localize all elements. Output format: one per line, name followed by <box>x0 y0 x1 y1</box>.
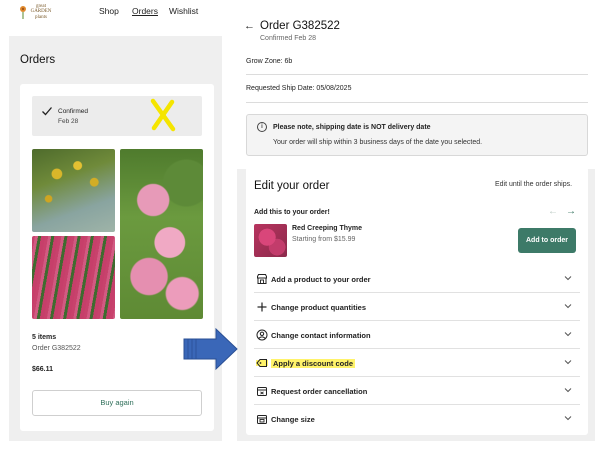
user-circle-icon <box>256 329 268 341</box>
action-label: Request order cancellation <box>271 387 368 396</box>
highlighted-text: Apply a discount code <box>271 359 356 368</box>
plus-icon <box>257 302 267 312</box>
tag-icon <box>256 359 268 367</box>
order-total: $66.11 <box>32 366 54 373</box>
upsell-product-thumbnail[interactable] <box>254 224 287 257</box>
edit-order-title: Edit your order <box>254 180 330 192</box>
chevron-down-icon <box>564 276 572 281</box>
back-arrow-icon[interactable]: ← <box>244 20 255 32</box>
action-label: Add a product to your order <box>271 275 371 284</box>
brand-logo[interactable]: great GARDEN plants <box>18 3 56 21</box>
grow-zone: Grow Zone: 6b <box>246 58 293 65</box>
product-photo-pink-phlox <box>120 149 203 319</box>
blue-arrow-annotation-icon <box>183 327 238 371</box>
confirmed-subtitle: Confirmed Feb 28 <box>260 35 317 42</box>
cancel-box-icon <box>257 387 267 396</box>
action-change-contact[interactable]: Change contact information <box>246 321 588 349</box>
status-label: Confirmed <box>58 108 88 115</box>
buy-again-button[interactable]: Buy again <box>32 390 202 416</box>
product-photo-pink-spikes <box>32 236 115 319</box>
storefront-icon <box>257 274 267 284</box>
upsell-product-price: Starting from $15.99 <box>292 236 356 243</box>
shipping-notice <box>246 114 588 156</box>
chevron-down-icon <box>564 360 572 365</box>
requested-ship-date: Requested Ship Date: 05/08/2025 <box>246 85 352 92</box>
order-number: Order G382522 <box>32 345 81 352</box>
items-count: 5 items <box>32 334 57 341</box>
info-icon: i <box>257 122 267 132</box>
action-label: Change size <box>271 415 315 424</box>
action-label: Apply a discount code <box>271 359 356 368</box>
nav-orders[interactable]: Orders <box>132 6 158 16</box>
chevron-down-icon <box>564 416 572 421</box>
action-label: Change contact information <box>271 331 371 340</box>
product-photo-yellow-flowers <box>32 149 115 232</box>
action-apply-discount[interactable]: Apply a discount code <box>246 349 588 377</box>
action-add-product[interactable]: Add a product to your order <box>246 265 588 293</box>
order-title: Order G382522 <box>260 20 340 32</box>
add-to-order-button[interactable]: Add to order <box>518 228 576 253</box>
notice-body: Your order will ship within 3 business d… <box>273 139 483 146</box>
upsell-product-name[interactable]: Red Creeping Thyme <box>292 225 362 232</box>
edit-until-note: Edit until the order ships. <box>495 181 573 188</box>
status-date: Feb 28 <box>58 118 79 125</box>
divider <box>246 74 588 75</box>
upsell-heading: Add this to your order! <box>254 209 330 216</box>
nav-wishlist[interactable]: Wishlist <box>169 6 198 16</box>
chevron-down-icon <box>564 304 572 309</box>
notice-title: Please note, shipping date is NOT delive… <box>273 124 431 131</box>
nav-shop[interactable]: Shop <box>99 6 119 16</box>
yellow-x-annotation-icon <box>150 98 176 132</box>
action-request-cancellation[interactable]: Request order cancellation <box>246 377 588 405</box>
check-icon <box>42 107 52 116</box>
chevron-down-icon <box>564 332 572 337</box>
action-change-quantities[interactable]: Change product quantities <box>246 293 588 321</box>
resize-box-icon <box>257 415 267 424</box>
chevron-down-icon <box>564 388 572 393</box>
carousel-next-icon[interactable]: → <box>566 206 576 217</box>
logo-text: great GARDEN plants <box>30 4 52 20</box>
action-change-size[interactable]: Change size <box>246 405 588 433</box>
orders-title: Orders <box>20 54 56 66</box>
divider <box>246 102 588 103</box>
action-label: Change product quantities <box>271 303 367 312</box>
carousel-prev-icon[interactable]: ← <box>548 206 558 217</box>
